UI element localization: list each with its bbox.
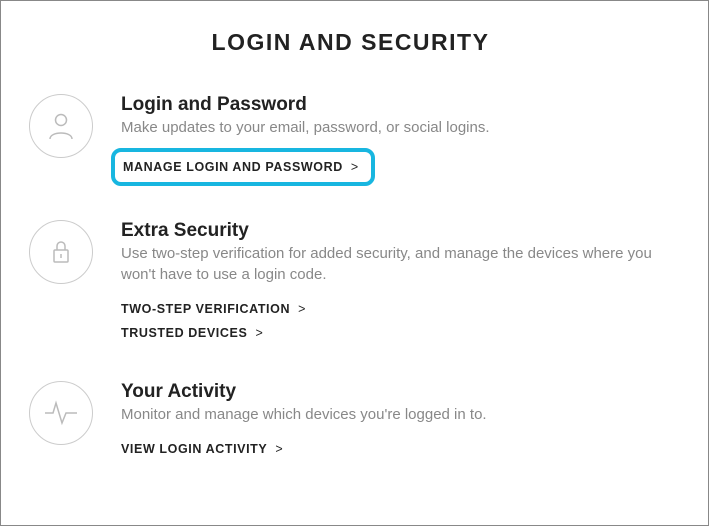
chevron-right-icon: > — [347, 160, 359, 174]
two-step-verification-link[interactable]: TWO-STEP VERIFICATION > — [121, 299, 672, 319]
view-login-activity-link[interactable]: VIEW LOGIN ACTIVITY > — [121, 439, 672, 459]
link-label: TWO-STEP VERIFICATION — [121, 302, 290, 316]
lock-icon — [29, 220, 93, 284]
chevron-right-icon: > — [294, 302, 306, 316]
trusted-devices-link[interactable]: TRUSTED DEVICES > — [121, 323, 672, 343]
highlight-box: MANAGE LOGIN AND PASSWORD > — [111, 148, 375, 186]
manage-login-link[interactable]: MANAGE LOGIN AND PASSWORD > — [123, 157, 359, 177]
section-login: Login and Password Make updates to your … — [29, 94, 672, 186]
activity-icon — [29, 381, 93, 445]
extra-desc: Use two-step verification for added secu… — [121, 244, 672, 285]
link-label: VIEW LOGIN ACTIVITY — [121, 442, 267, 456]
link-label: MANAGE LOGIN AND PASSWORD — [123, 160, 343, 174]
section-extra-security: Extra Security Use two-step verification… — [29, 220, 672, 347]
chevron-right-icon: > — [251, 326, 263, 340]
person-icon — [29, 94, 93, 158]
link-label: TRUSTED DEVICES — [121, 326, 247, 340]
login-desc: Make updates to your email, password, or… — [121, 118, 672, 138]
page-title: LOGIN AND SECURITY — [29, 29, 672, 56]
extra-title: Extra Security — [121, 220, 672, 242]
activity-desc: Monitor and manage which devices you're … — [121, 405, 672, 425]
section-activity: Your Activity Monitor and manage which d… — [29, 381, 672, 463]
chevron-right-icon: > — [271, 442, 283, 456]
login-title: Login and Password — [121, 94, 672, 116]
activity-title: Your Activity — [121, 381, 672, 403]
